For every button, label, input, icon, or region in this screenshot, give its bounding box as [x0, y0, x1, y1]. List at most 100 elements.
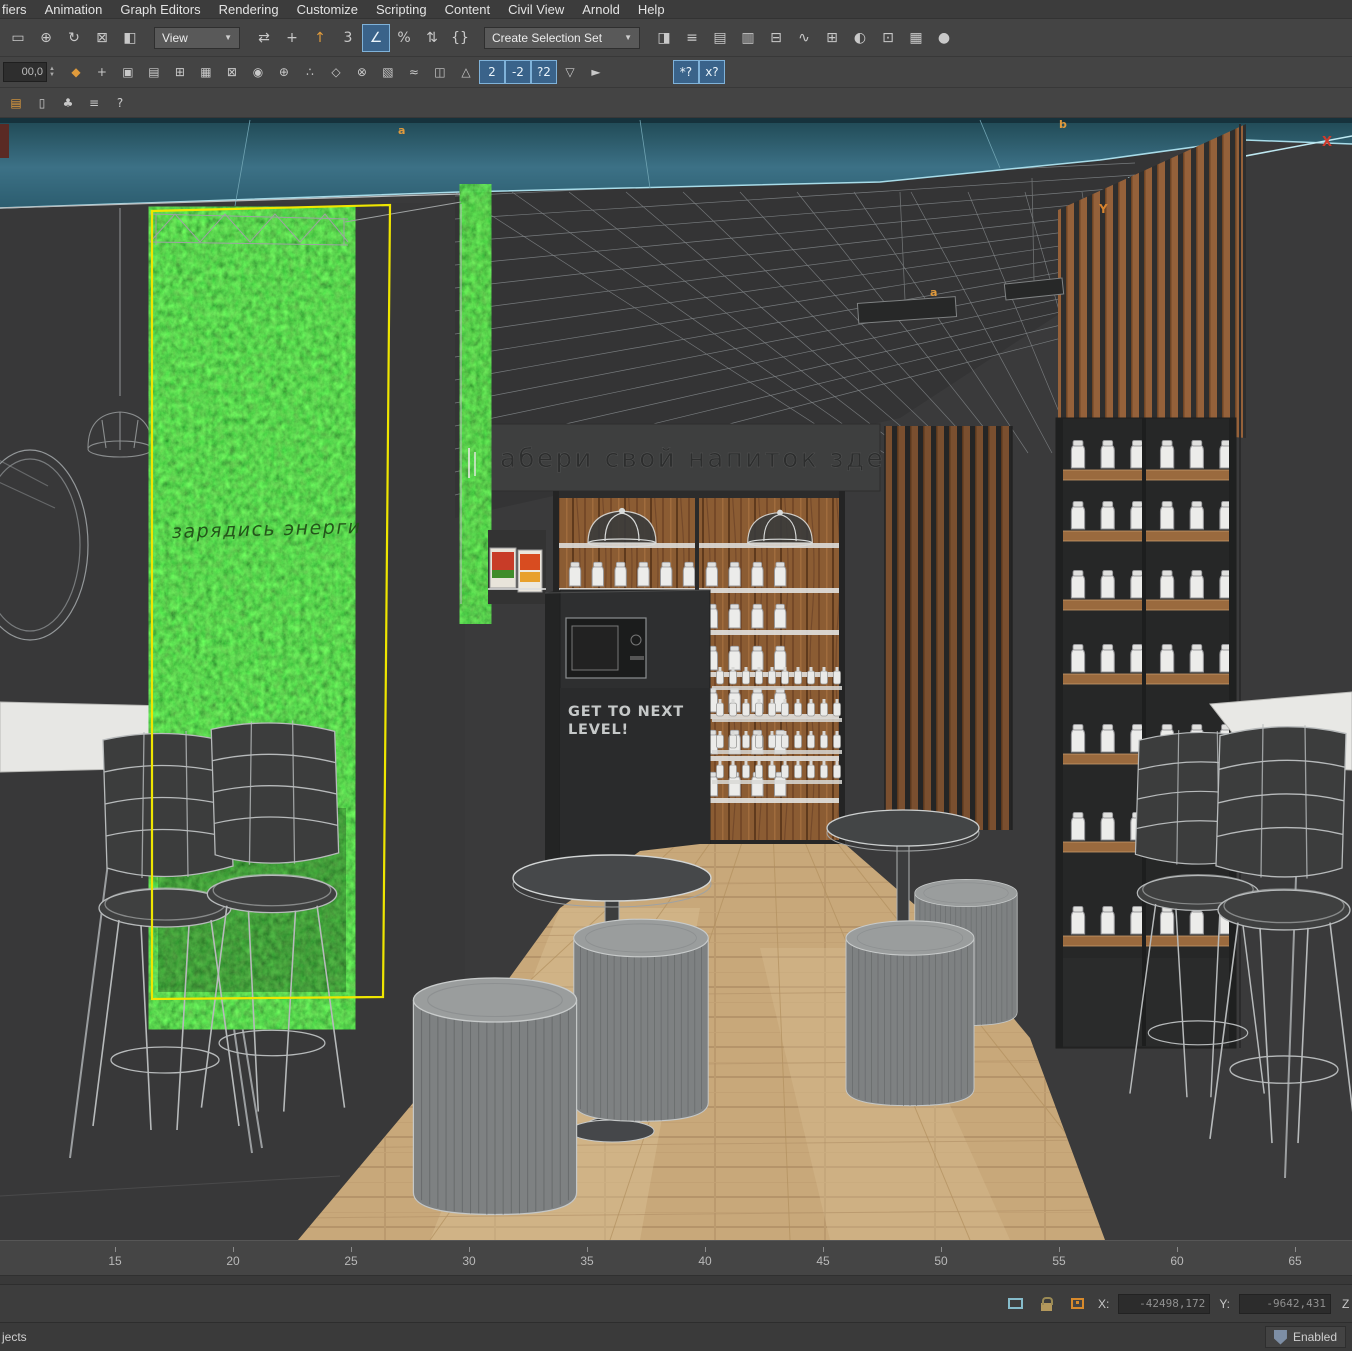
spinner-value[interactable]: 00,0: [3, 62, 47, 82]
cylinder-stool[interactable]: [574, 919, 708, 1121]
prompt-text: jects: [2, 1330, 27, 1344]
numeric-spinner[interactable]: 00,0 ▲▼: [3, 62, 55, 82]
normal-align-icon[interactable]: ▧: [375, 60, 401, 84]
pin-stack-icon[interactable]: ▣: [115, 60, 141, 84]
hierarchy-pivot-icon[interactable]: ◉: [245, 60, 271, 84]
layer-explorer-icon[interactable]: ▥: [734, 24, 762, 52]
scene-layers-icon[interactable]: ▤: [3, 91, 29, 115]
timeline-tick[interactable]: 30: [410, 1247, 528, 1268]
isolate-selection-icon[interactable]: △: [453, 60, 479, 84]
render-setup-icon[interactable]: ⊡: [874, 24, 902, 52]
align-icon[interactable]: ≡: [678, 24, 706, 52]
schematic-view-icon[interactable]: ⊞: [818, 24, 846, 52]
render-production-icon[interactable]: ●: [930, 24, 958, 52]
track-select-icon[interactable]: ►: [583, 60, 609, 84]
select-and-rotate-icon[interactable]: ↻: [60, 24, 88, 52]
xref-icon[interactable]: [1067, 1294, 1089, 1314]
selection-brackets-icon[interactable]: [1005, 1294, 1027, 1314]
moss-strip[interactable]: [461, 204, 490, 604]
coordsys-dropdown[interactable]: View ▼: [154, 27, 240, 49]
spinner-snap-toggle-icon[interactable]: ⇅: [418, 24, 446, 52]
smart-select-icon[interactable]: ?2: [531, 60, 557, 84]
microwave[interactable]: [566, 618, 646, 678]
cylinder-stool[interactable]: [846, 921, 974, 1106]
selection-lock-icon[interactable]: 2: [479, 60, 505, 84]
pivot-point-center-icon[interactable]: ↑: [306, 24, 334, 52]
snapshot-icon[interactable]: ⊗: [349, 60, 375, 84]
menu-item[interactable]: Graph Editors: [111, 2, 209, 17]
soft-selection-icon[interactable]: -2: [505, 60, 531, 84]
axis-constraint-icon[interactable]: ▽: [557, 60, 583, 84]
edit-named-selection-sets-icon[interactable]: {}: [446, 24, 474, 52]
menu-item[interactable]: Civil View: [499, 2, 573, 17]
max-application-window: fiersAnimationGraph EditorsRenderingCust…: [0, 0, 1352, 1351]
menu-item[interactable]: Customize: [288, 2, 367, 17]
help-icon[interactable]: ?: [107, 91, 133, 115]
side-panel-icon[interactable]: ▯: [29, 91, 55, 115]
menu-item[interactable]: Scripting: [367, 2, 436, 17]
timeline-tick[interactable]: 45: [764, 1247, 882, 1268]
ribbon-toggle-icon[interactable]: ⊟: [762, 24, 790, 52]
configure-modifier-icon[interactable]: ⊠: [219, 60, 245, 84]
select-and-manipulate-icon[interactable]: +: [278, 24, 306, 52]
viewport-3d[interactable]: абери свой напиток здесь: [0, 118, 1352, 1240]
timeline-tick[interactable]: 15: [56, 1247, 174, 1268]
list-view-icon[interactable]: ≡: [81, 91, 107, 115]
cylinder-stool[interactable]: [413, 978, 576, 1215]
selection-filter-icon[interactable]: ◧: [116, 24, 144, 52]
timeline-tick[interactable]: 25: [292, 1247, 410, 1268]
rendered-frame-icon[interactable]: ▦: [902, 24, 930, 52]
spacing-tool-icon[interactable]: ◇: [323, 60, 349, 84]
x-coordinate-field[interactable]: -42498,172: [1118, 1294, 1210, 1314]
menu-item[interactable]: Help: [629, 2, 674, 17]
lock-selection-icon[interactable]: [1036, 1294, 1058, 1314]
track-bar[interactable]: [0, 1275, 1352, 1284]
material-editor-icon[interactable]: ◐: [846, 24, 874, 52]
product-shelf[interactable]: [488, 530, 546, 604]
mirror-icon[interactable]: ◨: [650, 24, 678, 52]
menu-item[interactable]: Animation: [36, 2, 112, 17]
timeline-tick[interactable]: 60: [1118, 1247, 1236, 1268]
shield-icon: [1274, 1330, 1287, 1345]
snaps-toggle-3d-icon[interactable]: 3: [334, 24, 362, 52]
select-and-scale-icon[interactable]: ⊠: [88, 24, 116, 52]
menu-item[interactable]: Content: [436, 2, 500, 17]
timeline-tick[interactable]: 40: [646, 1247, 764, 1268]
vegetation-icon[interactable]: ♣: [55, 91, 81, 115]
attach-icon[interactable]: +: [89, 60, 115, 84]
timeline-tick[interactable]: 50: [882, 1247, 1000, 1268]
wood-slat-wall[interactable]: [885, 426, 1012, 830]
modifier-stack-icon[interactable]: ◆: [63, 60, 89, 84]
scene-explorer-icon[interactable]: ▤: [706, 24, 734, 52]
menu-item[interactable]: Arnold: [573, 2, 629, 17]
remove-modifier-icon[interactable]: ▦: [193, 60, 219, 84]
timeline-tick[interactable]: 55: [1000, 1247, 1118, 1268]
listener-icon[interactable]: x?: [699, 60, 725, 84]
show-end-result-icon[interactable]: ▤: [141, 60, 167, 84]
timeline-tick[interactable]: 20: [174, 1247, 292, 1268]
pivot-surface-icon[interactable]: ⇄: [250, 24, 278, 52]
menu-item[interactable]: fiers: [0, 2, 36, 17]
clone-align-icon[interactable]: ◫: [427, 60, 453, 84]
angle-snap-toggle-icon[interactable]: ∠: [362, 24, 390, 52]
array-tool-icon[interactable]: ∴: [297, 60, 323, 84]
sign-board[interactable]: абери свой напиток здесь: [487, 424, 920, 491]
select-and-move-icon[interactable]: ⊕: [32, 24, 60, 52]
timeline[interactable]: 1520253035404550556065: [0, 1240, 1352, 1284]
spinner-arrows-icon[interactable]: ▲▼: [49, 66, 55, 78]
grid-align-icon[interactable]: ≈: [401, 60, 427, 84]
selection-set-dropdown[interactable]: Create Selection Set ▼: [484, 27, 640, 49]
link-info-icon[interactable]: ⊕: [271, 60, 297, 84]
curve-editor-icon[interactable]: ∿: [790, 24, 818, 52]
y-coordinate-field[interactable]: -9642,431: [1239, 1294, 1331, 1314]
macro-recorder-icon[interactable]: *?: [673, 60, 699, 84]
sign-text: абери свой напиток здесь: [500, 444, 920, 474]
adaptive-degradation-toggle[interactable]: Enabled: [1265, 1326, 1346, 1348]
percent-snap-toggle-icon[interactable]: %: [390, 24, 418, 52]
timeline-tick[interactable]: 35: [528, 1247, 646, 1268]
make-unique-icon[interactable]: ⊞: [167, 60, 193, 84]
timeline-tick[interactable]: 65: [1236, 1247, 1352, 1268]
menu-item[interactable]: Rendering: [210, 2, 288, 17]
selection-region-icon[interactable]: ▭: [4, 24, 32, 52]
x-coordinate-label: X:: [1098, 1297, 1109, 1311]
